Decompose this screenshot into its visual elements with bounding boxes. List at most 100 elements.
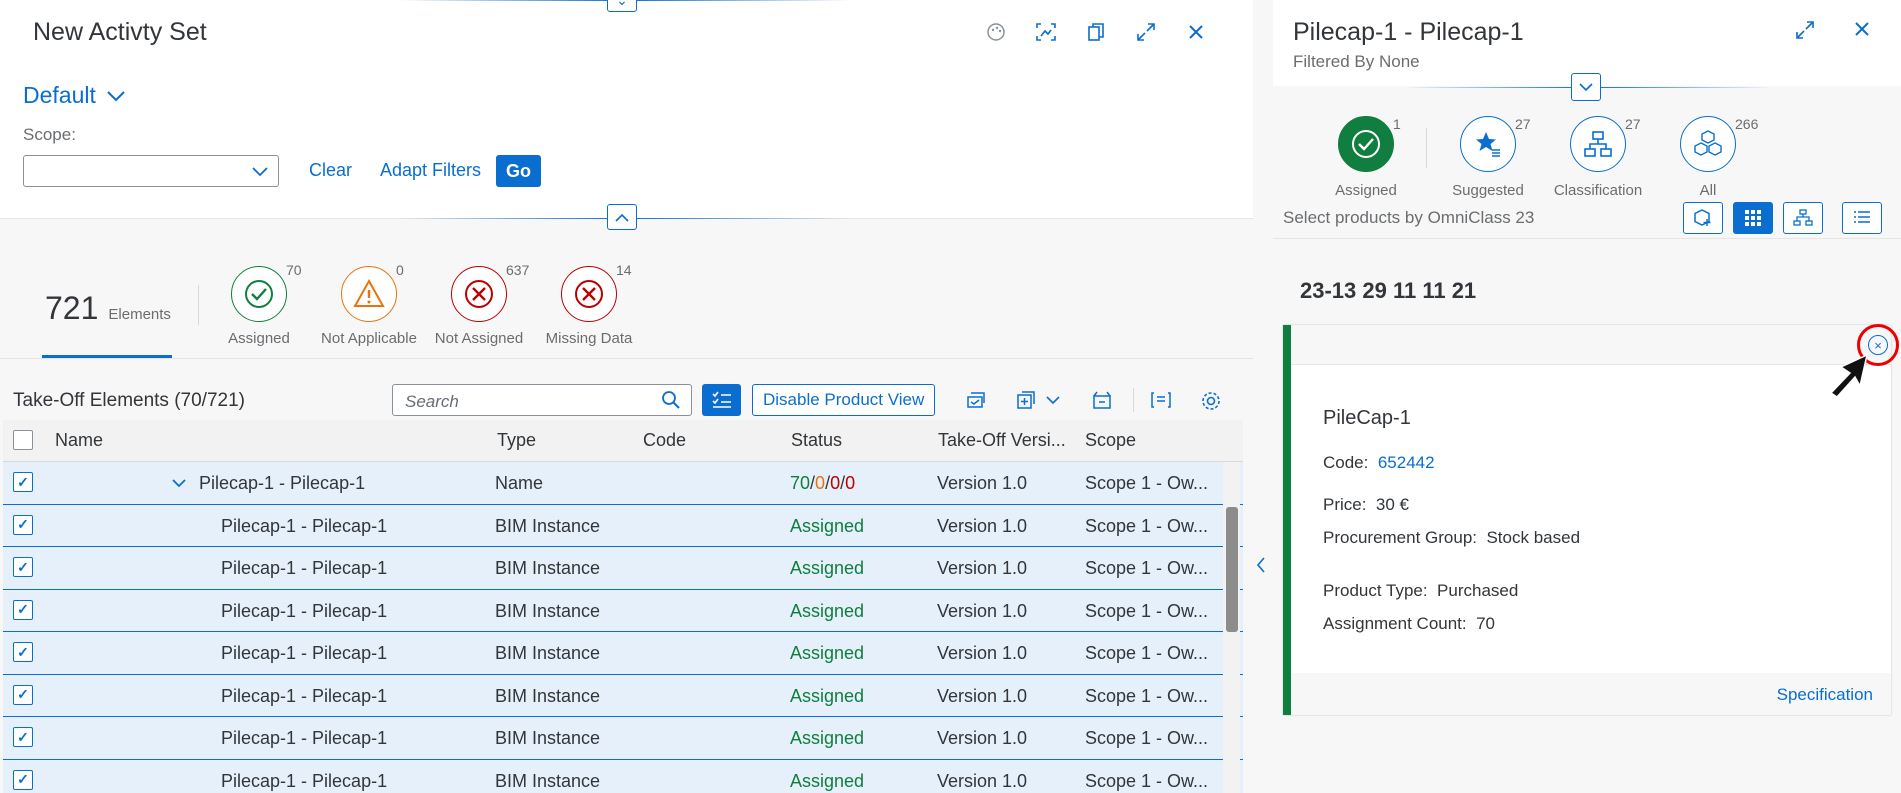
product-code-link[interactable]: 652442 — [1378, 453, 1435, 472]
row-type: BIM Instance — [495, 600, 601, 621]
go-button[interactable]: Go — [496, 155, 541, 187]
top-collapse-button[interactable]: ⌄ — [607, 0, 637, 12]
table-row[interactable]: ✓ Pilecap-1 - Pilecap-1 BIM Instance Assign… — [3, 547, 1243, 590]
table-scrollbar[interactable] — [1223, 462, 1240, 793]
kpi-label: Not Applicable — [321, 330, 417, 347]
row-type: BIM Instance — [495, 643, 601, 663]
column-header[interactable]: Take-Off Versi... — [938, 430, 1066, 451]
row-checkbox[interactable]: ✓ — [13, 642, 33, 662]
table-row[interactable]: ✓ Pilecap-1 - Pilecap-1 BIM Instance Assign… — [3, 674, 1243, 717]
tab-assigned[interactable]: 1 Assigned — [1321, 116, 1411, 199]
add-item-icon[interactable] — [1015, 390, 1037, 410]
hierarchy-icon — [1793, 209, 1813, 226]
close-icon[interactable] — [1853, 20, 1871, 38]
grid-view-button[interactable] — [1733, 202, 1773, 234]
tab-count: 1 — [1393, 116, 1401, 132]
kpi-count: 637 — [506, 262, 530, 278]
assign-icon[interactable] — [965, 390, 987, 410]
kpi-not-assigned[interactable]: 637 Not Assigned — [424, 262, 534, 347]
unassign-icon[interactable] — [1091, 390, 1113, 410]
settings-icon[interactable] — [1200, 390, 1222, 412]
row-version: Version 1.0 — [937, 728, 1028, 748]
row-type: Name — [495, 473, 544, 493]
search-input[interactable]: Search — [392, 384, 692, 416]
kpi-area: 721 Elements 70 Assigned 0 Not Applicabl… — [0, 220, 1253, 360]
mouse-pointer-icon — [1829, 353, 1869, 398]
row-status: Assigned — [790, 685, 865, 706]
group-row[interactable]: ✓ Pilecap-1 - Pilecap-1 Name 70/0/0/0 Ve… — [3, 462, 1243, 505]
tab-suggested[interactable]: 27 Suggested — [1443, 116, 1533, 199]
chevron-down-icon[interactable] — [172, 479, 186, 488]
row-status: Assigned — [790, 515, 865, 536]
column-header[interactable]: Type — [497, 430, 536, 451]
tree-view-button[interactable] — [1783, 202, 1823, 234]
row-checkbox[interactable]: ✓ — [13, 684, 33, 705]
column-header[interactable]: Name — [55, 430, 103, 451]
close-icon[interactable] — [1180, 20, 1212, 44]
search-icon[interactable] — [661, 390, 681, 410]
row-type: BIM Instance — [495, 728, 601, 748]
row-checkbox[interactable]: ✓ — [13, 557, 33, 577]
row-scope: Scope 1 - Ow... — [1085, 558, 1209, 578]
add-product-button[interactable] — [1683, 202, 1723, 234]
select-all-checkbox[interactable] — [13, 430, 33, 450]
table-row[interactable]: ✓ Pilecap-1 - Pilecap-1 BIM Instance Assign… — [3, 504, 1243, 547]
row-status: Assigned — [790, 643, 865, 663]
row-checkbox[interactable]: ✓ — [13, 472, 33, 492]
kpi-assigned[interactable]: 70 Assigned — [204, 262, 314, 347]
tab-label: Assigned — [1335, 182, 1397, 199]
table-row[interactable]: ✓ Pilecap-1 - Pilecap-1 BIM Instance Assign… — [3, 717, 1243, 760]
row-status: Assigned — [790, 558, 865, 578]
focus-icon[interactable] — [1030, 20, 1062, 44]
column-header[interactable]: Status — [791, 430, 842, 451]
table-title: Take-Off Elements (70/721) — [13, 390, 245, 411]
row-scope: Scope 1 - Ow... — [1085, 515, 1209, 536]
table-row[interactable]: ✓ Pilecap-1 - Pilecap-1 BIM Instance Assign… — [3, 759, 1243, 793]
table-row[interactable]: ✓ Pilecap-1 - Pilecap-1 BIM Instance Assign… — [3, 589, 1243, 632]
unassign-close-icon[interactable]: × — [1868, 335, 1888, 355]
specification-link[interactable]: Specification — [1777, 685, 1873, 705]
select-mode-button[interactable] — [702, 384, 741, 416]
chevron-left-icon[interactable] — [1256, 557, 1266, 573]
variant-label: Default — [23, 82, 96, 108]
kpi-total-tab[interactable]: 721 Elements — [45, 290, 171, 327]
column-header[interactable]: Code — [643, 430, 686, 451]
product-name: PileCap-1 — [1323, 407, 1411, 429]
table-row[interactable]: ✓ Pilecap-1 - Pilecap-1 BIM Instance Assign… — [3, 632, 1243, 675]
fullscreen-icon[interactable] — [1795, 20, 1815, 40]
palette-icon[interactable] — [980, 20, 1012, 44]
row-scope: Scope 1 - Ow... — [1085, 643, 1209, 663]
disable-product-view-button[interactable]: Disable Product View — [752, 384, 936, 416]
row-name: Pilecap-1 - Pilecap-1 — [221, 515, 388, 536]
list-view-button[interactable] — [1842, 202, 1882, 234]
variant-selector[interactable]: Default — [23, 82, 126, 109]
scrollbar-thumb[interactable] — [1226, 507, 1238, 632]
row-version: Version 1.0 — [937, 515, 1028, 536]
row-checkbox[interactable]: ✓ — [13, 514, 33, 535]
fullscreen-icon[interactable] — [1130, 20, 1162, 44]
clear-button[interactable]: Clear — [309, 160, 352, 181]
details-icon[interactable] — [1150, 390, 1172, 410]
row-version: Version 1.0 — [937, 685, 1028, 706]
product-type: Product Type: Purchased — [1323, 581, 1519, 600]
scope-select[interactable] — [23, 155, 279, 187]
list-icon — [1854, 211, 1870, 223]
copy-icon[interactable] — [1080, 20, 1112, 44]
chevron-down-icon[interactable] — [1046, 396, 1060, 405]
row-type: BIM Instance — [495, 685, 601, 706]
row-checkbox[interactable]: ✓ — [13, 599, 33, 620]
adapt-filters-button[interactable]: Adapt Filters — [380, 160, 481, 181]
tab-all[interactable]: 266 All — [1663, 116, 1758, 199]
row-checkbox[interactable]: ✓ — [13, 769, 33, 790]
row-status: Assigned — [790, 770, 865, 791]
row-type: BIM Instance — [495, 770, 601, 791]
kpi-not-applicable[interactable]: 0 Not Applicable — [314, 262, 424, 347]
error-icon — [465, 280, 493, 308]
tab-classification[interactable]: 27 Classification — [1553, 116, 1643, 199]
tab-label: Classification — [1553, 182, 1643, 199]
product-card[interactable]: × PileCap-1 Code: 652442 Price: 30 € Pro… — [1283, 324, 1899, 715]
kpi-missing-data[interactable]: 14 Missing Data — [534, 262, 644, 347]
column-header[interactable]: Scope — [1085, 430, 1136, 451]
collapse-panel-header-button[interactable] — [1571, 73, 1601, 101]
row-checkbox[interactable]: ✓ — [13, 727, 33, 747]
